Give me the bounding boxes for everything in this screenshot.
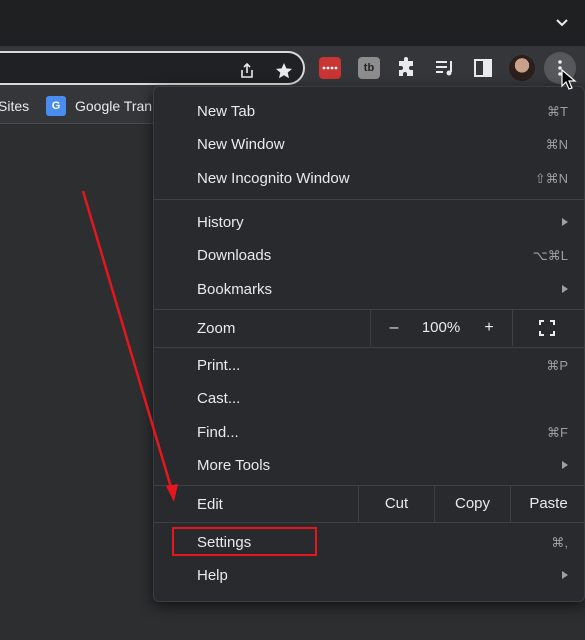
menu-item-new-window[interactable]: New Window ⌘N (154, 128, 585, 161)
menu-item-label: Print... (197, 357, 241, 374)
settings-highlight-box (172, 527, 317, 556)
submenu-arrow-icon (562, 461, 568, 469)
menu-item-more-tools[interactable]: More Tools (154, 449, 585, 482)
zoom-out-button[interactable]: – (379, 310, 409, 346)
mouse-cursor-icon (561, 69, 577, 90)
zoom-row: Zoom – 100% + (154, 310, 585, 346)
menu-item-label: Find... (197, 424, 239, 441)
cut-button[interactable]: Cut (359, 486, 434, 522)
submenu-arrow-icon (562, 285, 568, 293)
menu-item-label: New Incognito Window (197, 170, 350, 187)
chrome-menu: New Tab ⌘T New Window ⌘N New Incognito W… (153, 86, 585, 602)
menu-item-help[interactable]: Help (154, 559, 585, 592)
menu-item-label: Cast... (197, 390, 241, 407)
zoom-level: 100% (421, 319, 461, 336)
menu-divider (154, 522, 585, 523)
menu-item-new-incognito-window[interactable]: New Incognito Window ⇧⌘N (154, 162, 585, 195)
zoom-divider (370, 310, 371, 346)
submenu-arrow-icon (562, 218, 568, 226)
menu-item-label: New Tab (197, 103, 256, 120)
menu-item-shortcut: ⌘T (547, 104, 568, 119)
menu-item-cast[interactable]: Cast... (154, 382, 585, 415)
google-translate-icon: G (46, 96, 66, 116)
address-bar[interactable] (0, 51, 305, 85)
reading-list-icon[interactable] (433, 56, 457, 80)
menu-item-downloads[interactable]: Downloads ⌥⌘L (154, 239, 585, 272)
menu-item-shortcut: ⇧⌘N (534, 171, 568, 186)
bookmark-star-icon[interactable] (274, 61, 294, 81)
menu-divider (154, 347, 585, 348)
menu-item-shortcut: ⌘P (546, 358, 568, 373)
menu-item-shortcut: ⌘, (551, 535, 568, 550)
zoom-divider (512, 310, 513, 346)
share-icon[interactable] (237, 61, 257, 81)
zoom-label: Zoom (197, 320, 236, 337)
menu-item-label: Downloads (197, 247, 272, 264)
zoom-in-button[interactable]: + (474, 310, 504, 346)
menu-item-shortcut: ⌘F (547, 425, 568, 440)
fullscreen-icon[interactable] (538, 319, 556, 337)
tab-strip (0, 0, 585, 46)
menu-divider (154, 199, 585, 200)
menu-item-bookmarks[interactable]: Bookmarks (154, 273, 585, 306)
copy-button[interactable]: Copy (435, 486, 510, 522)
menu-item-shortcut: ⌘N (545, 137, 568, 152)
menu-item-new-tab[interactable]: New Tab ⌘T (154, 95, 585, 128)
menu-item-label: New Window (197, 136, 285, 153)
password-extension-icon[interactable] (319, 57, 341, 79)
edit-label: Edit (197, 496, 223, 513)
menu-item-label: Bookmarks (197, 281, 273, 298)
paste-button[interactable]: Paste (511, 486, 585, 522)
bookmark-google-translate[interactable]: Google Tran (75, 98, 152, 114)
menu-item-history[interactable]: History (154, 206, 585, 239)
menu-item-print[interactable]: Print... ⌘P (154, 349, 585, 382)
profile-avatar[interactable] (509, 55, 535, 81)
menu-item-label: Help (197, 567, 228, 584)
tab-extension-icon[interactable]: tb (358, 57, 380, 79)
menu-item-label: History (197, 214, 244, 231)
bookmark-sites[interactable]: Sites (0, 98, 29, 114)
edit-row: Edit Cut Copy Paste (154, 486, 585, 522)
menu-item-label: More Tools (197, 457, 271, 474)
menu-item-shortcut: ⌥⌘L (532, 248, 568, 263)
menu-item-find[interactable]: Find... ⌘F (154, 416, 585, 449)
side-panel-icon[interactable] (471, 56, 495, 80)
chevron-down-icon[interactable] (553, 14, 571, 32)
toolbar: tb (0, 46, 585, 90)
extensions-puzzle-icon[interactable] (395, 56, 419, 80)
submenu-arrow-icon (562, 571, 568, 579)
tab-extension-label: tb (363, 62, 375, 74)
